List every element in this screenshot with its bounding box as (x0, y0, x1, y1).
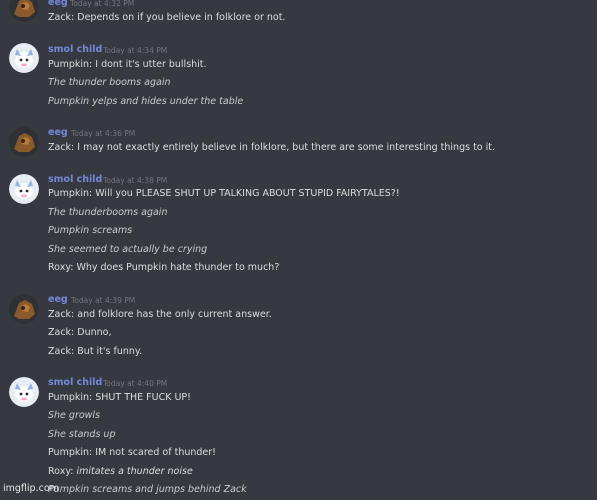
imgflip-watermark: imgflip.com (3, 483, 59, 494)
username[interactable]: smol child (48, 174, 102, 185)
message-line: Zack: Depends on if you believe in folkl… (48, 12, 286, 23)
message-line: The thunder booms again (48, 77, 171, 88)
message-line: Roxy: Why does Pumpkin hate thunder to m… (48, 262, 280, 273)
message-line: She stands up (48, 429, 116, 440)
username[interactable]: eeg (48, 0, 68, 8)
white-creature-avatar-icon[interactable] (9, 43, 39, 73)
chat-log: eeg Today at 4:32 PM Zack: Depends on if… (0, 0, 597, 500)
timestamp: Today at 4:32 PM (70, 0, 135, 8)
white-creature-avatar-icon[interactable] (9, 174, 39, 204)
message-line: Pumpkin: I dont it's utter bullshit. (48, 59, 207, 70)
brown-rock-avatar-icon[interactable] (9, 127, 39, 157)
timestamp: Today at 4:34 PM (103, 46, 168, 55)
action-text: imitates a thunder noise (76, 466, 193, 477)
message-line: Pumpkin: SHUT THE FUCK UP! (48, 392, 191, 403)
username[interactable]: smol child (48, 377, 102, 388)
message-line: Zack: Dunno, (48, 327, 112, 338)
message-line: Zack: I may not exactly entirely believe… (48, 142, 496, 153)
message-line: Pumpkin screams and jumps behind Zack (48, 484, 247, 495)
message-line: Zack: and folklore has the only current … (48, 309, 272, 320)
speaker-prefix: Roxy: (48, 466, 77, 477)
brown-rock-avatar-icon[interactable] (9, 0, 39, 22)
username[interactable]: smol child (48, 44, 102, 55)
message-line: The thunderbooms again (48, 207, 168, 218)
timestamp: Today at 4:39 PM (71, 296, 136, 305)
timestamp: Today at 4:38 PM (103, 176, 168, 185)
message-line: Pumpkin: IM not scared of thunder! (48, 447, 216, 458)
message-line: Roxy: imitates a thunder noise (48, 466, 193, 477)
message-line: Zack: But it's funny. (48, 346, 143, 357)
timestamp: Today at 4:36 PM (71, 129, 136, 138)
message-line: Pumpkin: Will you PLEASE SHUT UP TALKING… (48, 188, 400, 199)
message-line: She growls (48, 410, 101, 421)
brown-rock-avatar-icon[interactable] (9, 294, 39, 324)
username[interactable]: eeg (48, 127, 68, 138)
timestamp: Today at 4:40 PM (103, 379, 168, 388)
username[interactable]: eeg (48, 294, 68, 305)
white-creature-avatar-icon[interactable] (9, 377, 39, 407)
message-line: She seemed to actually be crying (48, 244, 208, 255)
message-line: Pumpkin yelps and hides under the table (48, 96, 244, 107)
message-line: Pumpkin screams (48, 225, 133, 236)
